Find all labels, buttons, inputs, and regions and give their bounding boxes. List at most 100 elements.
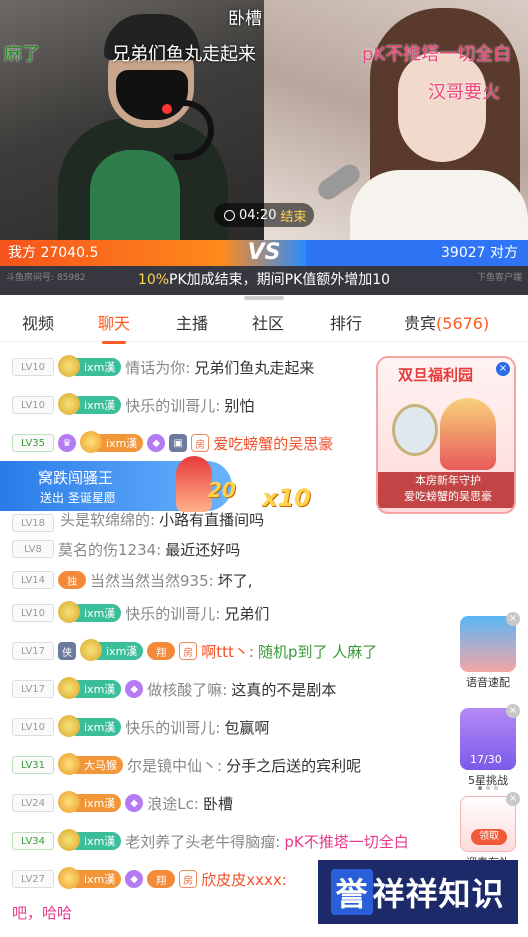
chat-username[interactable]: 老刘养了头老牛得脑瘤: (125, 831, 280, 852)
chat-message[interactable]: LV10 ixm漢 快乐的训哥儿: 包赢啊 (12, 714, 269, 740)
guild-tag: 翔 (147, 870, 176, 888)
drag-handle[interactable] (244, 296, 284, 300)
close-icon[interactable]: × (506, 792, 520, 806)
watermark-logo: 誉祥祥知识 (318, 860, 518, 924)
level-badge: LV17 (12, 680, 54, 698)
level-badge: LV17 (12, 642, 54, 660)
watermark-mark: 誉 (331, 869, 373, 915)
danmaku-2: 兄弟们鱼丸走起来 (112, 44, 256, 65)
chat-text: 这真的不是剧本 (231, 680, 337, 699)
chat-message[interactable]: LV31 大马猴 尔是镜中仙丶: 分手之后送的宾利呢 (12, 752, 361, 778)
chat-message[interactable]: LV10 ixm漢 快乐的训哥儿: 别怕 (12, 392, 254, 418)
chat-message[interactable]: LV35 ♛ ixm漢 ◆ ▣ 房 爱吃螃蟹的吴思豪 (12, 430, 333, 456)
room-manager-badge: 房 (179, 870, 198, 888)
level-badge: LV35 (12, 434, 54, 452)
gift-icon: ▣ (169, 434, 188, 452)
chat-username[interactable]: 浪途Lc: (147, 793, 199, 814)
fan-badge: 大马猴 (58, 753, 123, 775)
video-player[interactable]: 卧槽 麻了 兄弟们鱼丸走起来 pK不推塔一切全白 汉哥要火 04:20 结束 我… (0, 0, 528, 295)
level-badge: LV18 (12, 514, 54, 532)
chat-username[interactable]: 快乐的训哥儿: (125, 603, 220, 624)
diamond-icon: ◆ (125, 870, 144, 888)
gift-combo-count: 20 (208, 478, 236, 502)
level-badge: LV10 (12, 604, 54, 622)
welfare-title: 双旦福利园 (398, 366, 474, 384)
pk-vs-badge: VS (222, 240, 306, 266)
vip-count: (5676) (436, 313, 490, 333)
chat-message[interactable]: LV24 ixm漢 ◆ 浪途Lc: 卧槽 (12, 790, 233, 816)
chat-username[interactable]: 爱吃螃蟹的吴思豪 (213, 433, 333, 454)
danmaku-3: pK不推塔一切全白 (362, 44, 512, 65)
reward-widget[interactable]: 领取 × 迎春有礼 (456, 792, 520, 870)
pk-bonus-percent: 10% (137, 272, 170, 288)
tab-chat[interactable]: 聊天 (98, 310, 130, 344)
chat-message[interactable]: LV34 ixm漢 老刘养了头老牛得脑瘤: pK不推塔一切全白 (12, 828, 409, 854)
chat-message[interactable]: LV27 ixm漢 ◆ 翔 房 欣皮皮xxxx: (12, 866, 287, 892)
chat-message[interactable]: LV14 独 当然当然当然935: 坏了, (12, 567, 252, 593)
tab-label: 贵宾 (404, 313, 437, 333)
diamond-icon: ◆ (125, 794, 144, 812)
holiday-welfare-card[interactable]: 双旦福利园 × 本房新年守护 爱吃螃蟹的吴思豪 (376, 356, 516, 514)
diamond-icon: ◆ (125, 680, 144, 698)
close-icon[interactable]: × (506, 704, 520, 718)
tab-community[interactable]: 社区 (252, 310, 284, 334)
pk-info-text: PK加成结束，期间PK值额外增加10 (169, 272, 391, 288)
tab-ranking[interactable]: 排行 (330, 310, 362, 334)
pk-right-label: 对方 (490, 245, 518, 261)
chat-message[interactable]: LV17 侠 ixm漢 翔 房 啊ttt丶: 随机p到了 人麻了 (12, 638, 377, 664)
tab-label: 视频 (22, 313, 55, 333)
pk-right-value: 39027 (441, 245, 486, 261)
tab-video[interactable]: 视频 (22, 310, 54, 334)
star-challenge-icon: 17/30 (460, 708, 516, 770)
chat-message[interactable]: LV8 莫名的伤1234: 最近还好吗 (12, 536, 240, 562)
challenge-progress: 17/30 (470, 753, 502, 766)
room-manager-badge: 房 (191, 434, 210, 452)
fan-badge: ixm漢 (79, 639, 144, 661)
danmaku-4: 汉哥要火 (428, 82, 500, 103)
chat-username[interactable]: 情话为你: (125, 357, 190, 378)
room-id: 斗鱼房间号: 85982 (6, 273, 86, 283)
side-label: 语音速配 (466, 676, 510, 689)
pk-timer-value: 04:20 (239, 207, 277, 223)
chat-text: 别怕 (224, 396, 255, 415)
claim-button[interactable]: 领取 (471, 829, 507, 845)
tab-anchor[interactable]: 主播 (176, 310, 208, 334)
app-root: 卧槽 麻了 兄弟们鱼丸走起来 pK不推塔一切全白 汉哥要火 04:20 结束 我… (0, 0, 528, 937)
gift-sender: 窝跌闯骚王 (38, 469, 114, 487)
chat-message[interactable]: LV10 ixm漢 快乐的训哥儿: 兄弟们 (12, 600, 269, 626)
voice-match-widget[interactable]: × 语音速配 (456, 612, 520, 690)
fan-badge: ixm漢 (57, 829, 122, 851)
chat-username[interactable]: 尔是镜中仙丶: (127, 755, 222, 776)
level-badge: LV10 (12, 718, 54, 736)
chat-username[interactable]: 快乐的训哥儿: (125, 717, 220, 738)
chat-text: 最近还好吗 (165, 540, 241, 559)
noble-icon: ♛ (58, 434, 76, 452)
chat-message[interactable]: LV10 ixm漢 情话为你: 兄弟们鱼丸走起来 (12, 354, 314, 380)
chat-text: 兄弟们 (224, 604, 270, 623)
chat-username[interactable]: 啊ttt丶: (201, 641, 254, 662)
tab-bar: 视频 聊天 主播 社区 排行 贵宾(5676) (0, 302, 528, 344)
fan-badge: ixm漢 (57, 867, 122, 889)
fan-badge: ixm漢 (57, 355, 122, 377)
chat-text: 兄弟们鱼丸走起来 (194, 358, 315, 377)
chat-username[interactable]: 欣皮皮xxxx: (201, 869, 287, 890)
chat-username[interactable]: 做核酸了嘛: (147, 679, 227, 700)
tab-label: 排行 (330, 313, 363, 333)
tab-vip[interactable]: 贵宾(5676) (404, 310, 489, 334)
chat-username[interactable]: 快乐的训哥儿: (125, 395, 220, 416)
close-icon[interactable]: × (496, 362, 510, 376)
level-badge: LV34 (12, 832, 54, 850)
chat-message-level: LV18 (12, 510, 54, 536)
level-badge: LV14 (12, 571, 54, 589)
welfare-guard-label: 本房新年守护 (378, 472, 514, 488)
chat-username[interactable]: 当然当然当然935: (90, 570, 214, 591)
client-watermark: 下鱼客户端 (476, 273, 522, 283)
watermark-text: 祥祥知识 (372, 875, 505, 913)
diamond-icon: ◆ (147, 434, 166, 452)
chat-username[interactable]: 头是软绵绵的: (60, 509, 155, 530)
chat-message[interactable]: LV17 ixm漢 ◆ 做核酸了嘛: 这真的不是剧本 (12, 676, 336, 702)
guild-tag: 独 (58, 571, 86, 589)
close-icon[interactable]: × (506, 612, 520, 626)
star-challenge-widget[interactable]: 17/30 × 5星挑战 (456, 704, 520, 788)
chat-username[interactable]: 莫名的伤1234: (58, 539, 161, 560)
